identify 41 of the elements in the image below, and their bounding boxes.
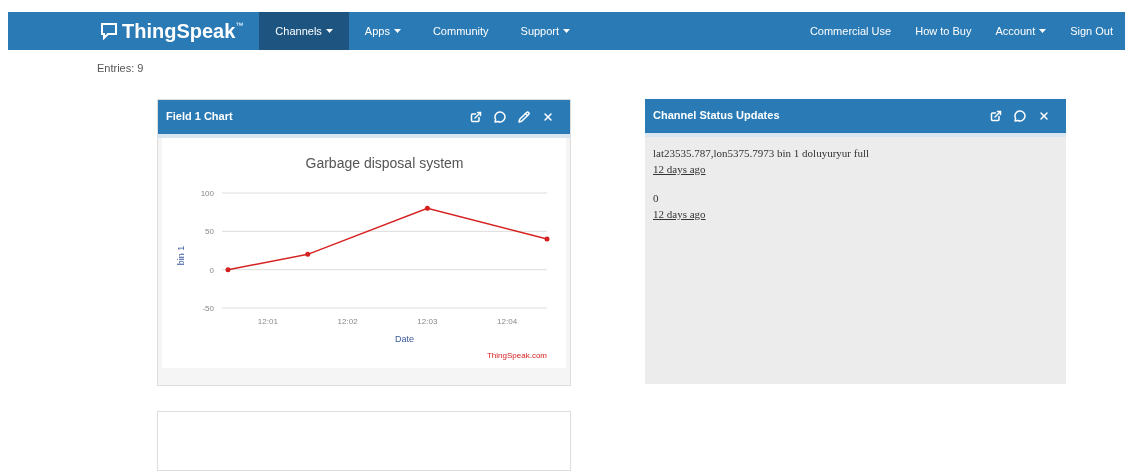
time-link[interactable]: 12 days ago <box>653 208 706 220</box>
comment-icon[interactable] <box>1014 109 1026 122</box>
y-tick-label: 100 <box>200 188 214 198</box>
status-text: 0 <box>653 190 660 206</box>
time-link[interactable]: 12 days ago <box>653 163 706 175</box>
x-tick-label: 12:03 <box>417 316 438 326</box>
y-tick-label: -50 <box>202 303 214 313</box>
nav-item[interactable]: Channels <box>259 12 349 50</box>
data-point <box>305 251 311 257</box>
nav-item[interactable]: Community <box>416 12 505 50</box>
nav-item[interactable]: Account <box>983 12 1059 50</box>
y-tick-label: 0 <box>209 265 214 275</box>
data-point <box>225 266 231 272</box>
logo-text[interactable]: ThingSpeak <box>122 16 236 46</box>
x-axis-label: Date <box>395 333 414 344</box>
nav-item[interactable]: How to Buy <box>903 12 984 50</box>
panel-title: Field 1 Chart <box>166 109 233 125</box>
data-point <box>544 236 550 241</box>
chart-credit[interactable]: ThingSpeak.com <box>486 350 547 360</box>
y-axis-label: bin 1 <box>176 245 186 265</box>
y-tick-label: 50 <box>205 226 214 236</box>
external-link-icon[interactable] <box>990 109 1002 122</box>
nav-item[interactable]: Apps <box>348 12 417 50</box>
comment-icon[interactable] <box>494 110 506 123</box>
nav-item[interactable]: Commercial Use <box>797 12 904 50</box>
nav-item[interactable]: Sign Out <box>1058 12 1125 50</box>
external-link-icon[interactable] <box>470 110 482 123</box>
pencil-icon[interactable] <box>518 110 530 123</box>
panel-title: Channel Status Updates <box>653 108 780 124</box>
status-text: lat23535.787,lon5375.7973 bin 1 doluyuryur full <box>653 145 870 161</box>
entries-count: Entries: 9 <box>97 61 145 76</box>
x-tick-label: 12:04 <box>497 316 518 326</box>
trademark: ™ <box>235 20 244 32</box>
data-point <box>424 205 430 211</box>
x-tick-label: 12:02 <box>337 316 358 326</box>
close-icon[interactable] <box>542 110 554 123</box>
speech-bubble-logo-icon <box>100 22 118 40</box>
chart-title: Garbage disposal system <box>305 154 464 171</box>
nav-item[interactable]: Support <box>504 12 587 50</box>
close-icon[interactable] <box>1038 109 1050 122</box>
x-tick-label: 12:01 <box>257 316 278 326</box>
